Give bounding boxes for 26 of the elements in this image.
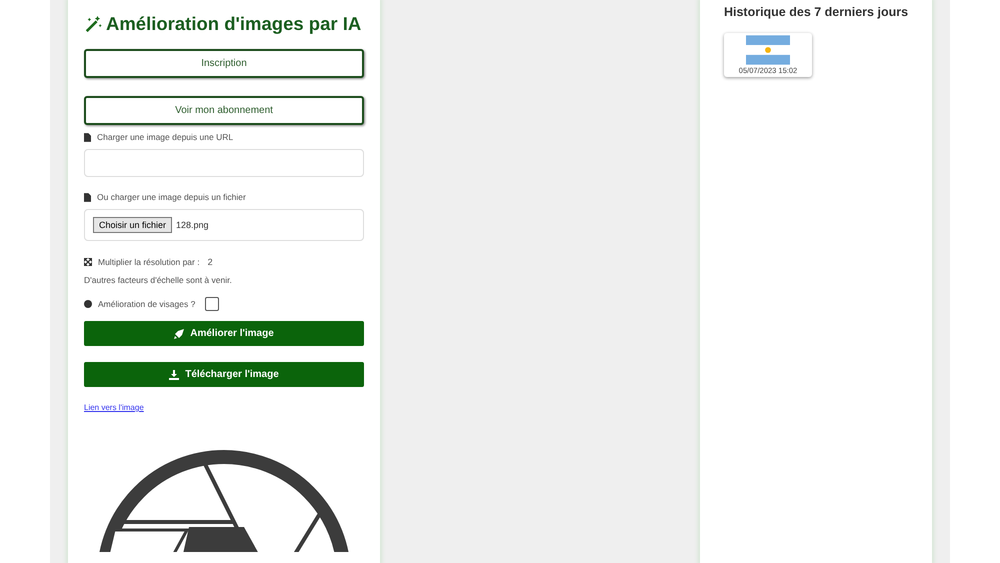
face-checkbox[interactable] [205, 297, 220, 311]
expand-arrows-icon [84, 258, 92, 266]
file-icon [84, 132, 91, 142]
file-icon [84, 192, 91, 202]
url-label: Charger une image depuis une URL [97, 132, 234, 142]
action-button[interactable]: Télécharger l'image [84, 362, 364, 387]
scale-note: D'autres facteurs d'échelle sont à venir. [84, 275, 233, 285]
file-input-field[interactable]: Choisir un fichier 128.png [84, 209, 364, 241]
url-input-field[interactable] [84, 149, 364, 177]
face-icon [84, 300, 92, 308]
magic-wand-icon [84, 15, 102, 33]
image-link[interactable]: Lien vers l'image [84, 403, 144, 412]
outline-button[interactable]: Voir mon abonnement [84, 96, 364, 125]
scale-label: Multiplier la résolution par : [98, 257, 200, 267]
scale-value: 2 [208, 257, 213, 267]
rocket-icon [174, 328, 184, 338]
file-name: 128.png [176, 220, 209, 230]
outline-button[interactable]: Inscription [84, 49, 364, 78]
app-title: Amélioration d'images par IA [106, 13, 362, 35]
choose-file-button[interactable]: Choisir un fichier [93, 217, 172, 233]
download-icon [169, 370, 180, 380]
history-title: Historique des 7 derniers jours [724, 5, 908, 19]
flag-thumbnail [746, 35, 790, 65]
file-label: Ou charger une image depuis un fichier [97, 192, 246, 202]
face-label: Amélioration de visages ? [98, 299, 196, 309]
action-button[interactable]: Améliorer l'image [84, 321, 364, 346]
